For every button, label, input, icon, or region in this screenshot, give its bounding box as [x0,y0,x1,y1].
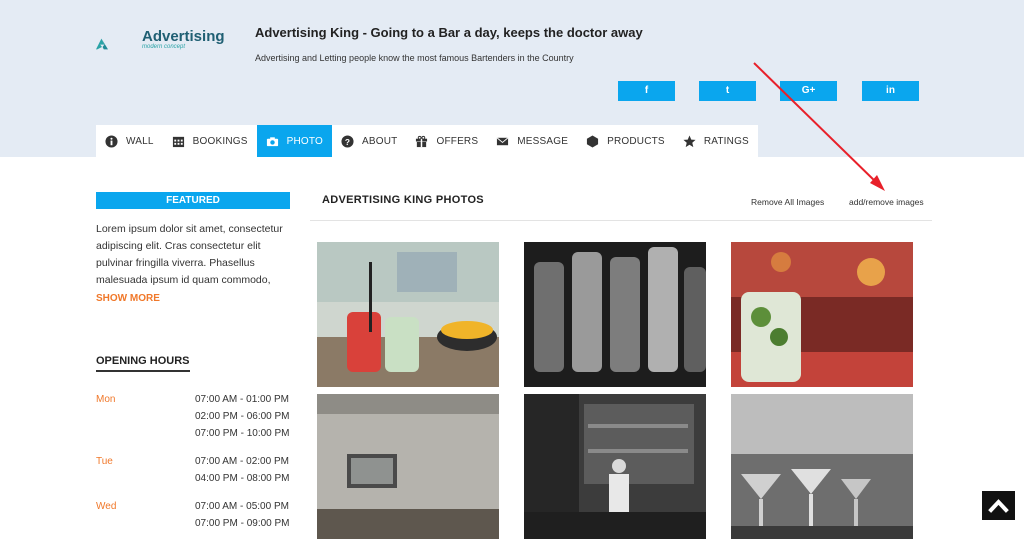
tab-products[interactable]: PRODUCTS [577,125,674,157]
page-title: Advertising King - Going to a Bar a day,… [255,25,643,40]
nav-tabs: WALL BOOKINGS PHOTO ? ABOUT OFFERS MESSA… [96,125,758,157]
time-slot: 04:00 PM - 08:00 PM [195,473,290,484]
chevron-up-icon [982,491,1015,520]
photo-image [731,242,913,387]
logo-subtitle: modern concept [142,44,185,50]
tab-label: PHOTO [287,136,323,147]
tab-label: WALL [126,136,154,147]
annotation-arrow-icon [745,58,895,198]
time-slot: 07:00 PM - 09:00 PM [195,518,290,529]
tab-label: MESSAGE [517,136,568,147]
star-icon [683,135,696,148]
photo-glasses[interactable] [524,242,706,387]
photo-image [524,242,706,387]
photo-image [731,394,913,539]
envelope-icon [496,135,509,148]
question-icon: ? [341,135,354,148]
featured-line: adipiscing elit. Cras consectetur elit [96,238,296,255]
divider [310,220,932,221]
add-remove-images-link[interactable]: add/remove images [849,197,924,207]
photo-image [317,242,499,387]
tab-label: OFFERS [436,136,478,147]
tab-photo[interactable]: PHOTO [257,125,332,157]
photo-mojito[interactable] [731,242,913,387]
day-label: Tue [96,456,113,467]
calendar-icon [172,135,185,148]
featured-line: malesuada ipsum id quam commodo, [96,272,296,289]
tab-offers[interactable]: OFFERS [406,125,487,157]
tab-label: BOOKINGS [193,136,248,147]
featured-line: pulvinar fringilla viverra. Phasellus [96,255,296,272]
tab-bookings[interactable]: BOOKINGS [163,125,257,157]
day-label: Wed [96,501,116,512]
opening-hours-heading: OPENING HOURS [96,355,190,372]
tab-wall[interactable]: WALL [96,125,163,157]
photo-image [317,394,499,539]
tab-label: PRODUCTS [607,136,665,147]
photo-wall-frame[interactable] [317,394,499,539]
tab-about[interactable]: ? ABOUT [332,125,406,157]
featured-text: Lorem ipsum dolor sit amet, consectetur … [96,221,296,289]
hexagon-icon [586,135,599,148]
tab-label: ABOUT [362,136,397,147]
logo-text[interactable]: Advertising [142,28,225,45]
scroll-to-top-button[interactable] [982,491,1015,520]
photos-heading: ADVERTISING KING PHOTOS [322,194,484,206]
featured-line: Lorem ipsum dolor sit amet, consectetur [96,221,296,238]
photo-cocktails-table[interactable] [317,242,499,387]
time-slot: 07:00 AM - 05:00 PM [195,501,289,512]
info-icon [105,135,118,148]
day-label: Mon [96,394,115,405]
camera-icon [266,135,279,148]
remove-all-images-link[interactable]: Remove All Images [751,197,824,207]
photo-cocktail-glasses[interactable] [731,394,913,539]
photo-image [524,394,706,539]
logo-icon[interactable] [96,24,138,64]
show-more-link[interactable]: SHOW MORE [96,293,160,304]
facebook-button[interactable]: f [618,81,675,101]
svg-text:?: ? [345,136,350,146]
time-slot: 02:00 PM - 06:00 PM [195,411,290,422]
photo-bartender[interactable] [524,394,706,539]
gift-icon [415,135,428,148]
time-slot: 07:00 PM - 10:00 PM [195,428,290,439]
tab-message[interactable]: MESSAGE [487,125,577,157]
time-slot: 07:00 AM - 01:00 PM [195,394,289,405]
featured-heading: FEATURED [96,192,290,209]
page-subtitle: Advertising and Letting people know the … [255,53,574,63]
tab-label: RATINGS [704,136,749,147]
time-slot: 07:00 AM - 02:00 PM [195,456,289,467]
